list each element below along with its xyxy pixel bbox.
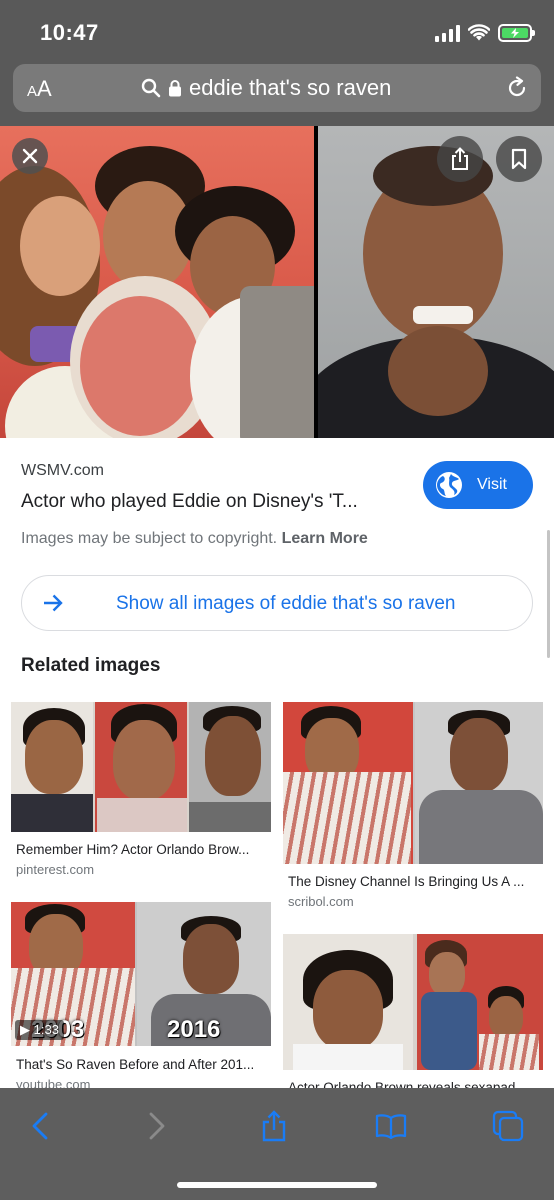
show-all-label: Show all images of eddie that's so raven: [116, 593, 456, 614]
video-duration-badge: ▶ 1:33: [15, 1020, 64, 1040]
learn-more-link[interactable]: Learn More: [282, 530, 368, 547]
related-caption-3[interactable]: That's So Raven Before and After 201...: [16, 1057, 268, 1072]
related-domain-1: pinterest.com: [16, 862, 95, 877]
related-image-1[interactable]: [11, 702, 271, 832]
play-icon: ▶: [20, 1022, 30, 1037]
battery-level: [502, 28, 528, 38]
bookmark-icon: [511, 148, 527, 170]
reload-icon[interactable]: [505, 76, 529, 100]
back-icon: [32, 1112, 48, 1140]
forward-icon: [149, 1112, 165, 1140]
back-button[interactable]: [20, 1108, 60, 1144]
url-field[interactable]: eddie that's so raven: [141, 75, 391, 101]
related-image-4[interactable]: [283, 934, 543, 1070]
lock-icon: [169, 80, 181, 97]
tabs-icon: [492, 1110, 524, 1142]
visit-button[interactable]: Visit: [423, 461, 533, 509]
forward-button[interactable]: [137, 1108, 177, 1144]
related-image-2[interactable]: [283, 702, 543, 864]
related-domain-2: scribol.com: [288, 894, 354, 909]
close-icon: [22, 148, 38, 164]
share-icon: [452, 147, 468, 170]
bookmarks-icon: [375, 1114, 407, 1139]
related-caption-1[interactable]: Remember Him? Actor Orlando Brow...: [16, 842, 268, 857]
address-bar[interactable]: AA eddie that's so raven: [13, 64, 541, 112]
charging-bolt-icon: [511, 28, 519, 38]
copyright-notice: Images may be subject to copyright. Lear…: [21, 530, 368, 548]
visit-label: Visit: [477, 476, 507, 493]
video-duration: 1:33: [33, 1022, 59, 1037]
main-image-cast-photo: [0, 126, 314, 438]
text-size-large-label: A: [37, 76, 52, 101]
battery-icon: [498, 24, 535, 42]
text-size-button[interactable]: AA: [27, 76, 52, 102]
year-label-right: 2016: [167, 1016, 221, 1043]
wifi-icon: [468, 24, 490, 41]
home-indicator[interactable]: [177, 1182, 377, 1188]
close-button[interactable]: [12, 138, 48, 174]
status-time: 10:47: [40, 20, 99, 45]
status-icons: [435, 22, 535, 44]
share-button[interactable]: [254, 1108, 294, 1144]
arrow-right-icon: [44, 594, 63, 612]
cellular-signal-icon: [435, 24, 460, 42]
result-title[interactable]: Actor who played Eddie on Disney's 'T...: [21, 491, 391, 513]
image-share-button[interactable]: [437, 136, 483, 182]
scrollbar[interactable]: [547, 530, 550, 658]
related-images-heading: Related images: [21, 655, 161, 676]
url-text: eddie that's so raven: [189, 75, 392, 100]
show-all-images-button[interactable]: Show all images of eddie that's so raven: [21, 575, 533, 631]
tabs-button[interactable]: [488, 1108, 528, 1144]
text-size-small-label: A: [27, 83, 38, 100]
result-source[interactable]: WSMV.com: [21, 462, 104, 480]
related-caption-2[interactable]: The Disney Channel Is Bringing Us A ...: [288, 874, 540, 889]
browser-top-bar: 10:47 AA eddie that's so raven: [0, 0, 554, 126]
globe-icon: [436, 472, 462, 498]
related-image-3[interactable]: 2003 2016 ▶ 1:33: [11, 902, 271, 1046]
image-bookmark-button[interactable]: [496, 136, 542, 182]
copyright-text: Images may be subject to copyright.: [21, 530, 278, 547]
bookmarks-button[interactable]: [371, 1108, 411, 1144]
search-icon: [141, 78, 161, 98]
share-icon: [262, 1110, 286, 1142]
